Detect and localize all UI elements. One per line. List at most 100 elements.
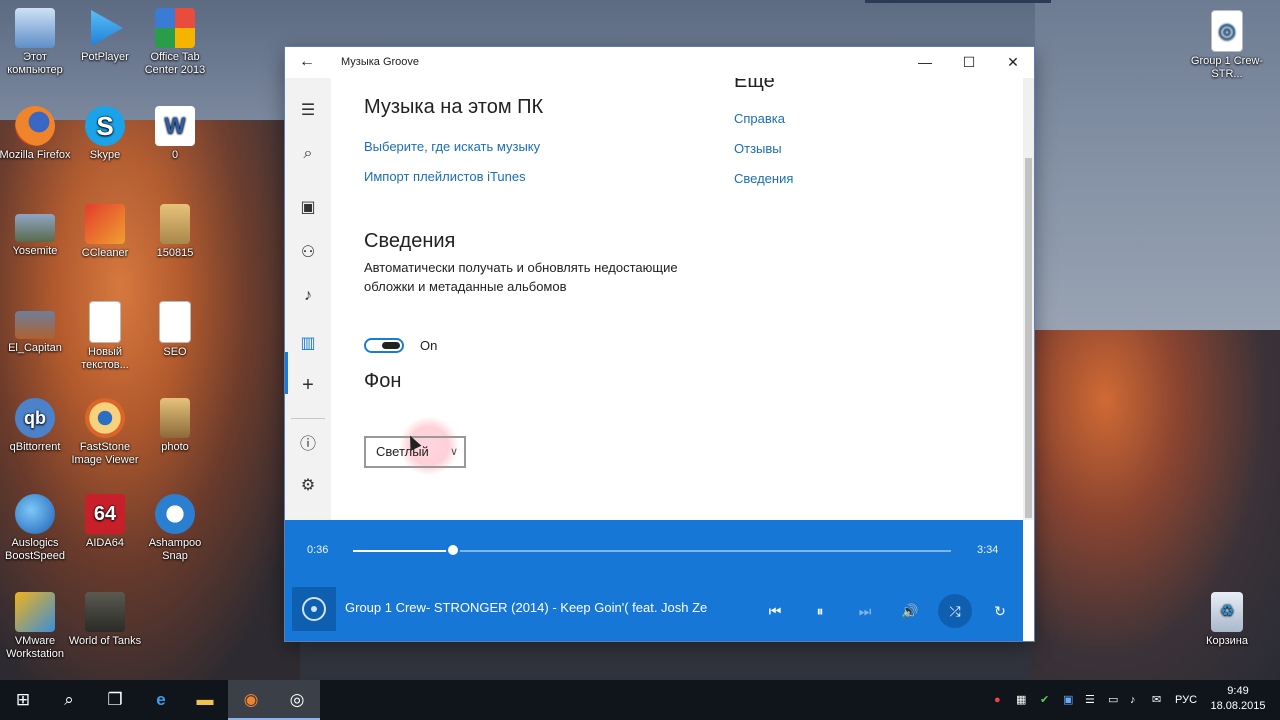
- repeat-icon[interactable]: ↻: [983, 594, 1017, 628]
- desktop-icon-new-text[interactable]: Новый текстов...: [68, 301, 142, 372]
- groove-taskbar-icon[interactable]: ◎: [274, 680, 320, 720]
- back-button[interactable]: ←: [299, 53, 315, 71]
- network-tray-icon[interactable]: ▦: [1016, 680, 1026, 720]
- desktop-icon-potplayer[interactable]: PotPlayer: [68, 8, 142, 64]
- music-on-pc-heading: Музыка на этом ПК: [364, 96, 544, 118]
- text-file-icon: [89, 301, 121, 343]
- help-link[interactable]: Справка: [734, 111, 785, 126]
- file-explorer-icon[interactable]: ▬: [182, 680, 228, 720]
- info-description-line2: обложки и метаданные альбомов: [364, 279, 567, 294]
- firefox-taskbar-icon[interactable]: ◉: [228, 680, 274, 720]
- battery-icon[interactable]: ▭: [1108, 680, 1118, 720]
- seek-bar[interactable]: [353, 543, 951, 557]
- minimize-button[interactable]: —: [905, 51, 945, 73]
- desktop-icon-ccleaner[interactable]: CCleaner: [68, 204, 142, 260]
- desktop-icon-groove-file[interactable]: ◎ Group 1 Crew- STR...: [1190, 10, 1264, 81]
- navigation-rail: ☰ ⌕ ▣ ⚇ ♪ ▥ + ⓘ ⚙: [285, 78, 331, 520]
- maximize-button[interactable]: ☐: [949, 51, 989, 73]
- shuffle-icon[interactable]: ⤮: [938, 594, 972, 628]
- image-icon: [15, 311, 55, 339]
- desktop-icon-photo[interactable]: photo: [138, 398, 212, 454]
- clock-time: 9:49: [1227, 685, 1249, 697]
- previous-icon[interactable]: ⏮: [758, 594, 792, 628]
- search-icon[interactable]: ⌕: [46, 680, 92, 720]
- desktop-icon-el-capitan[interactable]: El_Capitan: [0, 301, 72, 355]
- desktop-icon-recycle-bin[interactable]: ♻ Корзина: [1190, 592, 1264, 648]
- seek-bar-handle[interactable]: [446, 543, 461, 557]
- close-button[interactable]: ✕: [993, 51, 1033, 73]
- language-indicator[interactable]: РУС: [1175, 680, 1197, 720]
- choose-folders-link[interactable]: Выберите, где искать музыку: [364, 139, 540, 154]
- add-playlist-icon[interactable]: +: [285, 374, 331, 397]
- songs-icon[interactable]: ♪: [285, 287, 331, 305]
- potplayer-icon: [91, 10, 123, 46]
- notification-icon[interactable]: ✉: [1152, 680, 1161, 720]
- toggle-knob: [382, 342, 400, 349]
- about-link[interactable]: Сведения: [734, 171, 793, 186]
- desktop-icon-seo[interactable]: SEO: [138, 301, 212, 359]
- search-icon[interactable]: ⌕: [285, 145, 331, 163]
- elapsed-time: 0:36: [307, 544, 329, 556]
- info-icon[interactable]: ⓘ: [285, 430, 331, 454]
- edge-icon[interactable]: e: [138, 680, 184, 720]
- computer-icon: [15, 8, 55, 48]
- desktop-icon-office-tab[interactable]: Office Tab Center 2013: [138, 8, 212, 77]
- security-tray-icon[interactable]: ✔: [1040, 680, 1049, 720]
- desktop-icon-yosemite[interactable]: Yosemite: [0, 204, 72, 258]
- feedback-link[interactable]: Отзывы: [734, 141, 782, 156]
- player-bar: 0:36 3:34 Group 1 Crew- STRONGER (2014) …: [285, 520, 1023, 641]
- chevron-down-icon: ∨: [449, 446, 458, 458]
- groove-window: ← Музыка Groove — ☐ ✕ ☰ ⌕ ▣ ⚇ ♪ ▥ + ⓘ ⚙ …: [285, 47, 1034, 641]
- background-heading: Фон: [364, 370, 402, 392]
- ashampoo-icon: [155, 494, 195, 534]
- background-dropdown-value: Светлый: [376, 444, 429, 459]
- desktop-icon-world-of-tanks[interactable]: World of Tanks: [68, 592, 142, 648]
- desktop-icon-firefox[interactable]: Mozilla Firefox: [0, 106, 72, 162]
- start-button[interactable]: ⊞: [0, 680, 46, 720]
- desktop-icon-qbittorrent[interactable]: qb qBittorrent: [0, 398, 72, 454]
- more-heading: Еще: [734, 78, 775, 92]
- task-view-icon[interactable]: ❐: [92, 680, 138, 720]
- office-tab-icon: [155, 8, 195, 48]
- pause-icon[interactable]: ⏸: [803, 594, 837, 628]
- desktop-icon-ashampoo[interactable]: Ashampoo Snap: [138, 494, 212, 563]
- folder-icon: [160, 398, 190, 438]
- desktop-icon-faststone[interactable]: FastStone Image Viewer: [68, 398, 142, 467]
- folder-icon: [160, 204, 190, 244]
- app-tray-icon[interactable]: ▣: [1063, 680, 1073, 720]
- desktop-icon-vmware[interactable]: VMware Workstation: [0, 592, 72, 661]
- recycle-bin-icon: ♻: [1211, 592, 1243, 632]
- qbittorrent-icon: qb: [15, 398, 55, 438]
- speaker-icon[interactable]: ♪: [1130, 680, 1136, 720]
- hamburger-menu-icon[interactable]: ☰: [285, 100, 331, 120]
- now-playing-title[interactable]: Group 1 Crew- STRONGER (2014) - Keep Goi…: [345, 600, 709, 615]
- desktop-icon-150815[interactable]: 150815: [138, 204, 212, 260]
- image-icon: [15, 214, 55, 242]
- desktop-icon-auslogics[interactable]: Auslogics BoostSpeed: [0, 494, 72, 563]
- scrollbar-thumb[interactable]: [1025, 158, 1032, 518]
- volume-icon[interactable]: 🔊: [893, 594, 927, 628]
- word-doc-icon: W: [155, 106, 195, 146]
- window-title: Музыка Groove: [341, 56, 420, 68]
- top-window-edge: [865, 0, 1051, 3]
- ccleaner-icon: [85, 204, 125, 244]
- albums-icon[interactable]: ▣: [285, 197, 331, 217]
- groove-file-icon: ◎: [1211, 10, 1243, 52]
- system-clock[interactable]: 9:49 18.08.2015: [1210, 684, 1266, 714]
- now-playing-icon[interactable]: ▥: [285, 333, 331, 353]
- record-icon[interactable]: ●: [994, 680, 1001, 720]
- desktop-icon-aida64[interactable]: 64 AIDA64: [68, 494, 142, 550]
- import-itunes-link[interactable]: Импорт плейлистов iTunes: [364, 169, 526, 184]
- desktop-icon-skype[interactable]: S Skype: [68, 106, 142, 162]
- vertical-scrollbar[interactable]: [1023, 78, 1034, 520]
- next-icon[interactable]: ⏭: [848, 594, 882, 628]
- total-duration: 3:34: [977, 544, 999, 556]
- settings-page: Музыка на этом ПК Выберите, где искать м…: [331, 78, 1023, 520]
- album-art-icon[interactable]: [292, 587, 336, 631]
- metadata-toggle[interactable]: [364, 338, 404, 353]
- desktop-icon-word-doc[interactable]: W 0: [138, 106, 212, 162]
- settings-icon[interactable]: ⚙: [285, 475, 331, 495]
- artists-icon[interactable]: ⚇: [285, 242, 331, 262]
- wifi-icon[interactable]: ☰: [1085, 680, 1095, 720]
- desktop-icon-this-pc[interactable]: Этот компьютер: [0, 8, 72, 77]
